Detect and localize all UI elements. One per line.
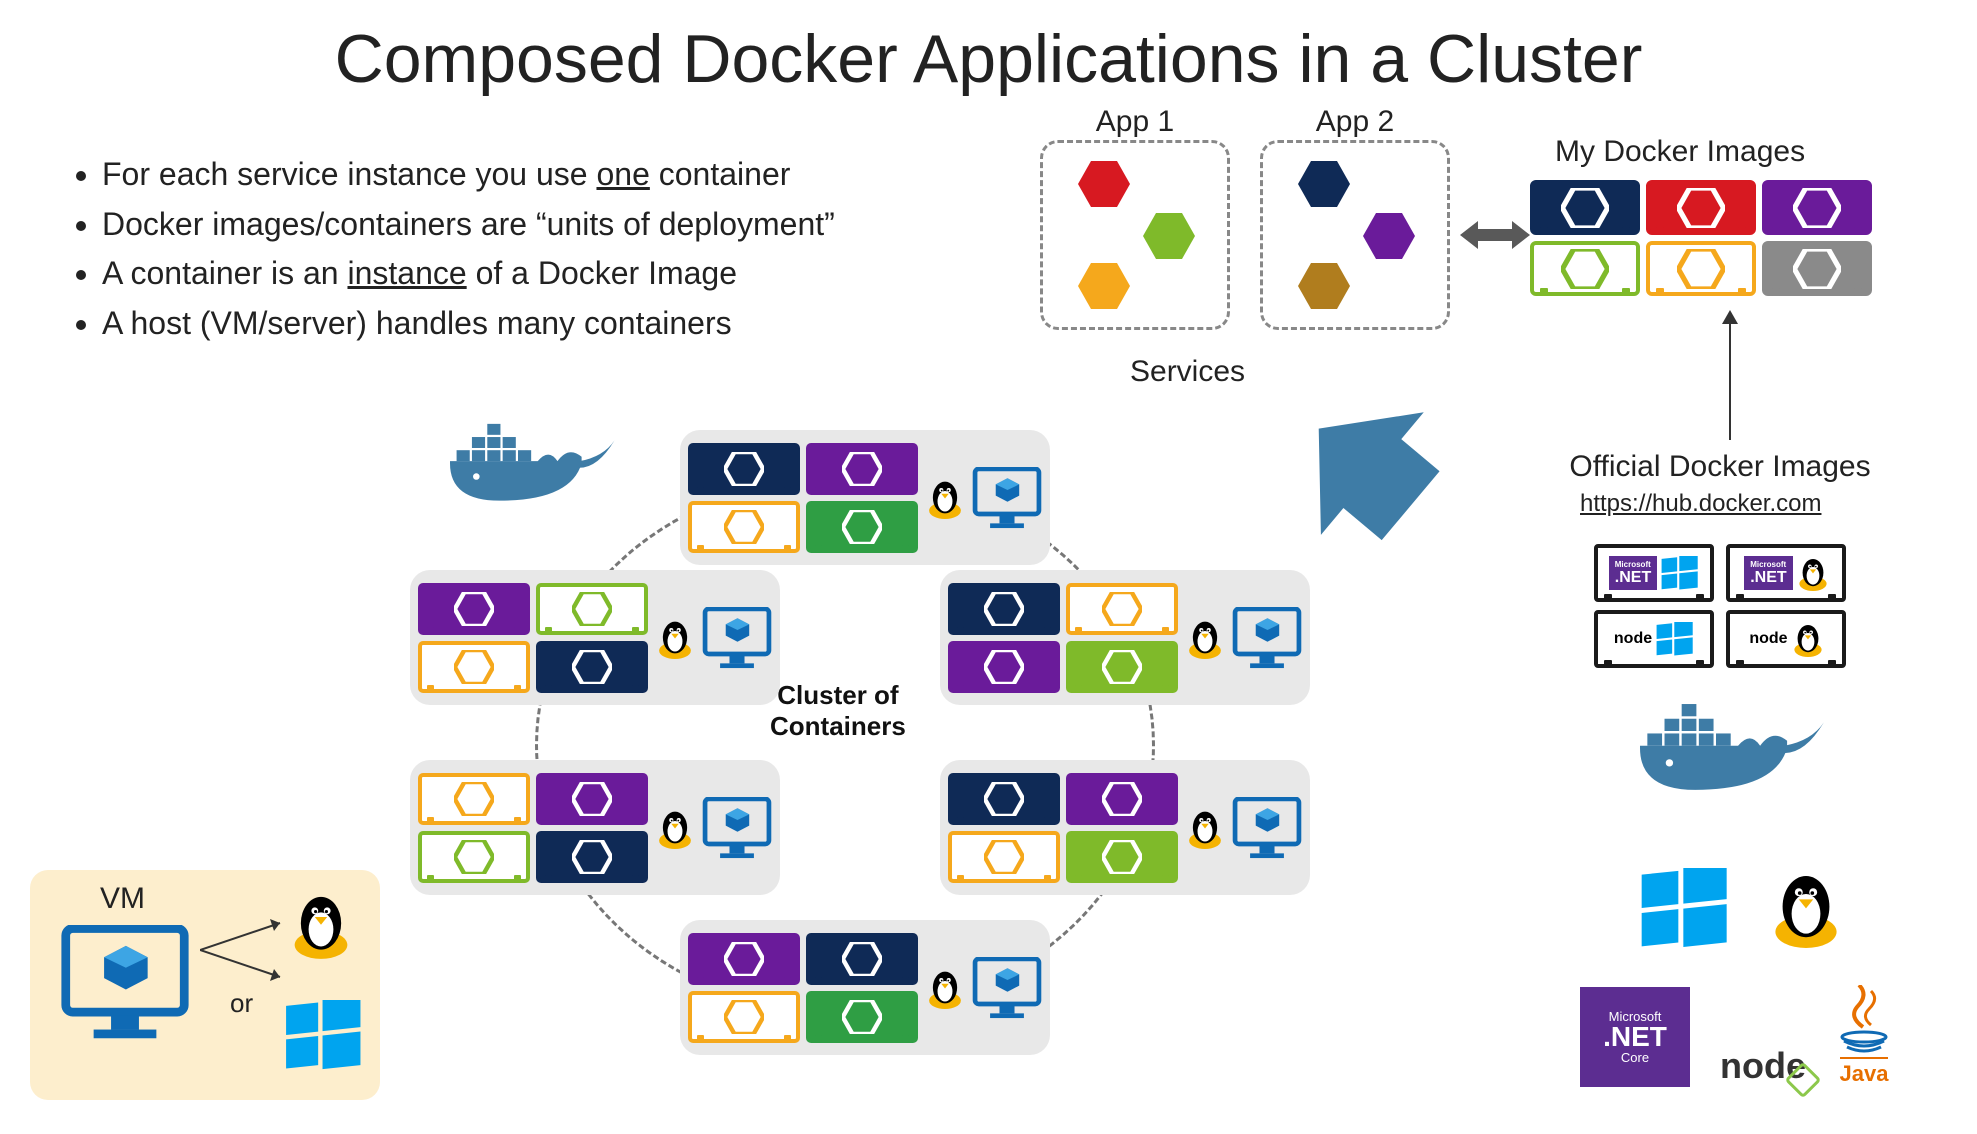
container-icon: [418, 831, 530, 883]
container-icon: [418, 773, 530, 825]
vm-monitor-icon: [1232, 797, 1302, 859]
docker-image-icon: [1530, 241, 1640, 296]
node-logo: node: [1720, 1045, 1806, 1087]
linux-icon: [656, 617, 694, 659]
container-icon: [418, 583, 530, 635]
official-image-node-linux: node: [1726, 610, 1846, 668]
hex-icon: [1298, 161, 1350, 207]
container-icon: [1066, 831, 1178, 883]
cluster-label: Cluster of Containers: [770, 680, 906, 742]
bullet-item: A host (VM/server) handles many containe…: [102, 299, 835, 349]
linux-icon: [926, 477, 964, 519]
tech-logos: Microsoft .NET Core node Java: [1580, 985, 1892, 1087]
container-icon: [806, 501, 918, 553]
docker-image-icon: [1530, 180, 1640, 235]
java-logo: Java: [1836, 985, 1892, 1087]
netcore-logo: Microsoft .NET Core: [1580, 987, 1690, 1087]
container-icon: [536, 641, 648, 693]
host-node: [680, 430, 1050, 565]
container-icon: [806, 933, 918, 985]
linux-icon: [290, 888, 352, 960]
host-node: [410, 760, 780, 895]
app2-label: App 2: [1263, 105, 1447, 139]
or-label: or: [230, 988, 253, 1019]
vm-monitor-icon: [702, 797, 772, 859]
apps-area: App 1 App 2: [1040, 140, 1450, 330]
host-node: [680, 920, 1050, 1055]
container-icon: [1066, 583, 1178, 635]
linux-icon: [926, 967, 964, 1009]
vm-monitor-icon: [702, 607, 772, 669]
container-icon: [1066, 773, 1178, 825]
docker-image-icon: [1762, 241, 1872, 296]
container-icon: [948, 831, 1060, 883]
container-icon: [806, 991, 918, 1043]
container-icon: [536, 773, 648, 825]
docker-image-icon: [1762, 180, 1872, 235]
bullet-item: For each service instance you use one co…: [102, 150, 835, 200]
services-label: Services: [1130, 355, 1245, 389]
official-image-node-windows: node: [1594, 610, 1714, 668]
container-icon: [688, 501, 800, 553]
container-icon: [536, 583, 648, 635]
hub-link[interactable]: https://hub.docker.com: [1580, 490, 1821, 518]
app1-box: App 1: [1040, 140, 1230, 330]
official-images-grid: Microsoft.NET Microsoft.NET node node: [1590, 540, 1850, 672]
windows-icon: [1640, 868, 1730, 948]
host-node: [410, 570, 780, 705]
vm-legend: VM or: [30, 870, 380, 1100]
hex-icon: [1298, 263, 1350, 309]
linux-icon: [1770, 865, 1842, 950]
container-icon: [688, 933, 800, 985]
app1-label: App 1: [1043, 105, 1227, 139]
double-arrow-icon: [1460, 215, 1530, 260]
vm-monitor-icon: [972, 957, 1042, 1019]
container-icon: [948, 773, 1060, 825]
arrow-up-icon: [1715, 310, 1745, 445]
vm-monitor-icon: [972, 467, 1042, 529]
container-icon: [688, 443, 800, 495]
official-image-net-linux: Microsoft.NET: [1726, 544, 1846, 602]
container-icon: [806, 443, 918, 495]
container-icon: [688, 991, 800, 1043]
container-icon: [418, 641, 530, 693]
container-icon: [948, 583, 1060, 635]
container-icon: [948, 641, 1060, 693]
container-icon: [1066, 641, 1178, 693]
os-logos: [1640, 865, 1842, 950]
bullet-item: A container is an instance of a Docker I…: [102, 249, 835, 299]
my-images-grid: [1530, 180, 1872, 296]
vm-monitor-icon: [1232, 607, 1302, 669]
vm-label: VM: [100, 882, 145, 916]
branch-arrow-icon: [200, 915, 300, 985]
hex-icon: [1363, 213, 1415, 259]
bullet-list: For each service instance you use one co…: [70, 150, 835, 348]
bullet-item: Docker images/containers are “units of d…: [102, 200, 835, 250]
hex-icon: [1078, 161, 1130, 207]
container-icon: [536, 831, 648, 883]
vm-monitor-icon: [60, 925, 190, 1040]
docker-whale-icon: [450, 420, 620, 515]
official-image-net-windows: Microsoft.NET: [1594, 544, 1714, 602]
linux-icon: [656, 807, 694, 849]
deploy-arrow-icon: [1280, 380, 1480, 585]
host-node: [940, 760, 1310, 895]
windows-icon: [285, 1000, 363, 1070]
linux-icon: [1186, 807, 1224, 849]
hex-icon: [1078, 263, 1130, 309]
docker-image-icon: [1646, 180, 1756, 235]
hex-icon: [1143, 213, 1195, 259]
host-node: [940, 570, 1310, 705]
page-title: Composed Docker Applications in a Cluste…: [0, 0, 1977, 98]
my-images-label: My Docker Images: [1555, 135, 1805, 169]
docker-whale-icon: [1640, 700, 1830, 805]
docker-image-icon: [1646, 241, 1756, 296]
linux-icon: [1186, 617, 1224, 659]
official-images-label: Official Docker Images: [1540, 450, 1900, 484]
app2-box: App 2: [1260, 140, 1450, 330]
